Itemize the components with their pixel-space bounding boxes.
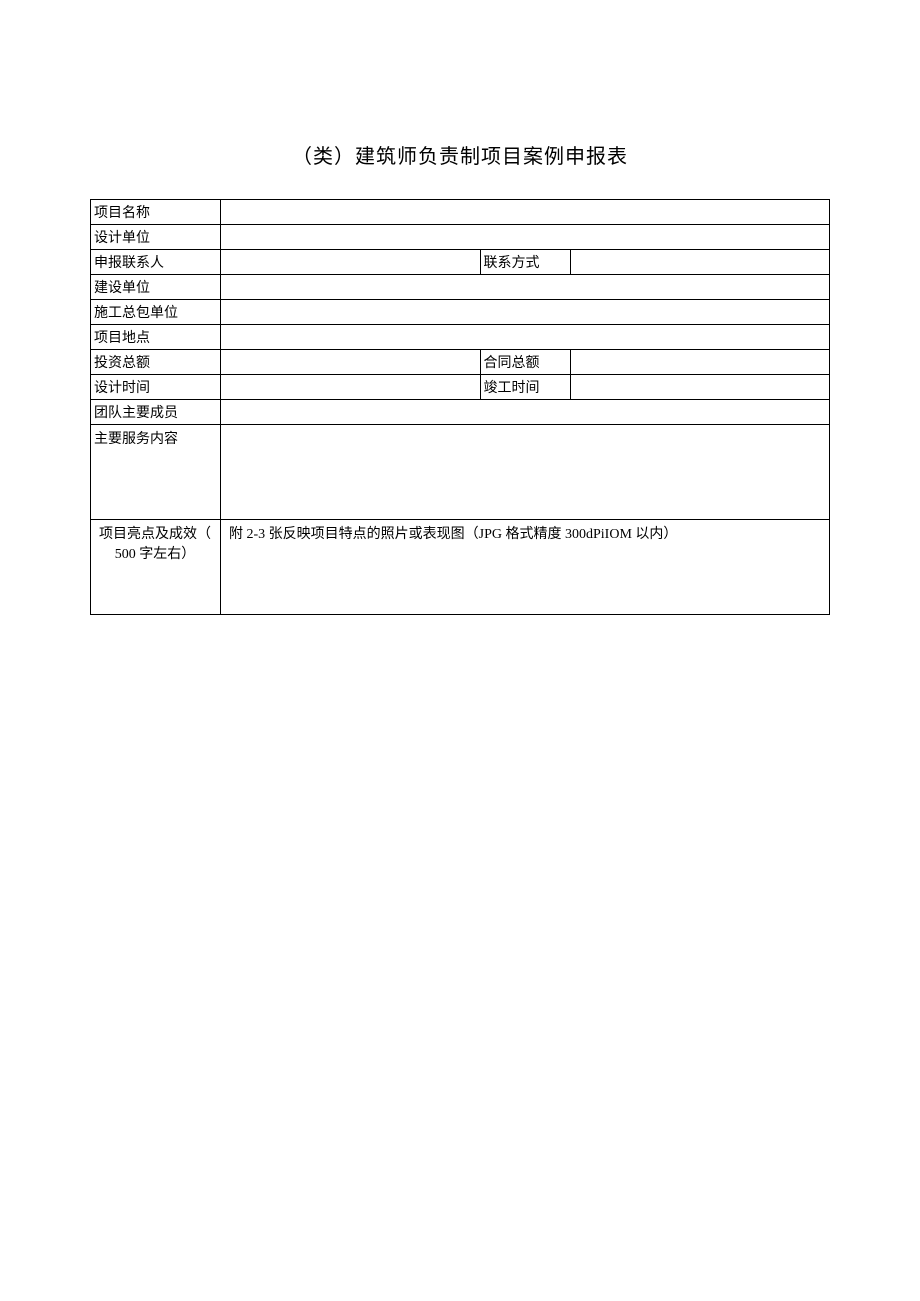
- value-design-unit: [221, 225, 830, 250]
- label-construction-unit: 建设单位: [91, 275, 221, 300]
- table-row: 项目地点: [91, 325, 830, 350]
- label-highlights-line2: 500 字左右）: [115, 547, 196, 562]
- label-project-location: 项目地点: [91, 325, 221, 350]
- table-row: 设计单位: [91, 225, 830, 250]
- label-contact-method: 联系方式: [480, 250, 570, 275]
- table-row: 主要服务内容: [91, 425, 830, 520]
- table-row: 团队主要成员: [91, 400, 830, 425]
- value-total-investment: [221, 350, 481, 375]
- label-highlights: 项目亮点及成效（ 500 字左右）: [91, 520, 221, 615]
- label-completion-time: 竣工时间: [480, 375, 570, 400]
- table-row: 建设单位: [91, 275, 830, 300]
- table-row: 设计时间 竣工时间: [91, 375, 830, 400]
- table-row: 项目亮点及成效（ 500 字左右） 附 2-3 张反映项目特点的照片或表现图（J…: [91, 520, 830, 615]
- value-design-time: [221, 375, 481, 400]
- value-general-contractor: [221, 300, 830, 325]
- label-total-investment: 投资总额: [91, 350, 221, 375]
- value-project-name: [221, 200, 830, 225]
- form-title: （类）建筑师负责制项目案例申报表: [90, 140, 830, 169]
- table-row: 项目名称: [91, 200, 830, 225]
- label-project-name: 项目名称: [91, 200, 221, 225]
- label-design-time: 设计时间: [91, 375, 221, 400]
- label-design-unit: 设计单位: [91, 225, 221, 250]
- label-contract-total: 合同总额: [480, 350, 570, 375]
- value-completion-time: [570, 375, 830, 400]
- value-team-members: [221, 400, 830, 425]
- value-service-content: [221, 425, 830, 520]
- value-highlights: 附 2-3 张反映项目特点的照片或表现图（JPG 格式精度 300dPiIOM …: [221, 520, 830, 615]
- value-contact-method: [570, 250, 830, 275]
- label-applicant: 申报联系人: [91, 250, 221, 275]
- value-construction-unit: [221, 275, 830, 300]
- table-row: 投资总额 合同总额: [91, 350, 830, 375]
- table-row: 施工总包单位: [91, 300, 830, 325]
- value-project-location: [221, 325, 830, 350]
- value-contract-total: [570, 350, 830, 375]
- label-team-members: 团队主要成员: [91, 400, 221, 425]
- label-service-content: 主要服务内容: [91, 425, 221, 520]
- label-highlights-line1: 项目亮点及成效（: [99, 527, 211, 542]
- table-row: 申报联系人 联系方式: [91, 250, 830, 275]
- label-general-contractor: 施工总包单位: [91, 300, 221, 325]
- value-applicant: [221, 250, 481, 275]
- application-form-table: 项目名称 设计单位 申报联系人 联系方式 建设单位 施工总包单位 项目地点 投资…: [90, 199, 830, 615]
